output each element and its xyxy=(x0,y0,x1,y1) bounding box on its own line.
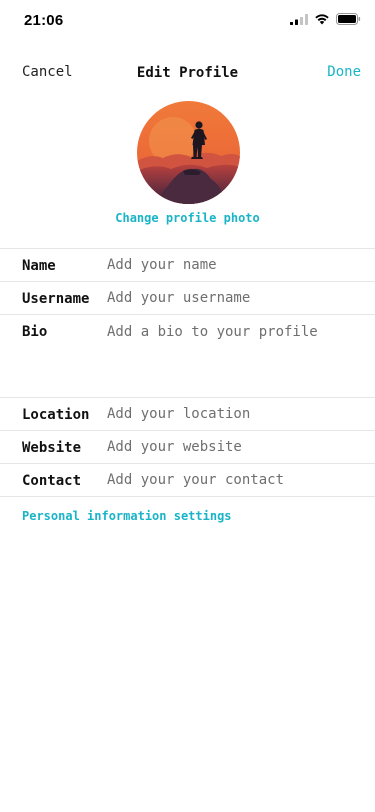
status-time: 21:06 xyxy=(24,12,64,29)
signal-icon xyxy=(290,13,308,25)
battery-icon xyxy=(336,13,361,25)
bio-label: Bio xyxy=(22,324,48,340)
form-row-location: Location xyxy=(0,398,375,430)
form-row-website: Website xyxy=(0,431,375,463)
name-label: Name xyxy=(22,258,56,274)
form-row-name: Name xyxy=(0,249,375,281)
change-profile-photo-link[interactable]: Change profile photo xyxy=(0,211,375,225)
name-input[interactable] xyxy=(107,255,362,275)
location-label: Location xyxy=(22,407,90,423)
username-input[interactable] xyxy=(107,288,362,308)
wifi-icon xyxy=(314,13,330,25)
avatar[interactable] xyxy=(137,101,240,204)
website-label: Website xyxy=(22,440,82,456)
form-row-bio: Bio xyxy=(0,315,375,397)
profile-form: Name Username Bio Location Website Conta… xyxy=(0,248,375,497)
done-button[interactable]: Done xyxy=(327,64,361,80)
contact-input[interactable] xyxy=(107,470,362,490)
website-input[interactable] xyxy=(107,437,362,457)
contact-label: Contact xyxy=(22,473,82,489)
username-label: Username xyxy=(22,291,90,307)
form-row-username: Username xyxy=(0,282,375,314)
divider xyxy=(0,496,375,497)
bio-input[interactable] xyxy=(107,324,362,388)
personal-information-settings-link[interactable]: Personal information settings xyxy=(22,509,232,523)
form-row-contact: Contact xyxy=(0,464,375,496)
status-icons xyxy=(290,13,361,25)
status-bar: 21:06 xyxy=(0,0,375,44)
page-title: Edit Profile xyxy=(136,65,239,81)
nav-bar: Cancel Edit Profile Done xyxy=(0,62,375,86)
avatar-image xyxy=(137,101,240,204)
location-input[interactable] xyxy=(107,404,362,424)
